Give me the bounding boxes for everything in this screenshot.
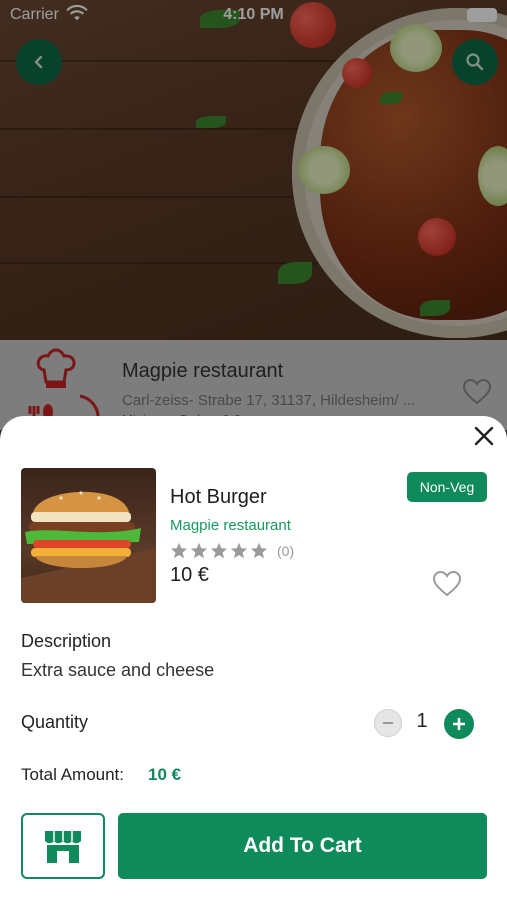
store-button[interactable] (21, 813, 105, 879)
product-image (21, 468, 156, 603)
plus-icon (453, 718, 465, 730)
description-text: Extra sauce and cheese (21, 660, 215, 680)
screen: Carrier 4:10 PM Magpie restaurant Carl-z… (0, 0, 507, 900)
product-price: 10 € (170, 564, 209, 586)
store-icon (45, 831, 81, 863)
heart-icon[interactable] (432, 570, 462, 598)
close-icon[interactable] (470, 422, 498, 450)
star-icon (170, 542, 188, 559)
heart-icon[interactable] (462, 378, 492, 406)
quantity-label: Quantity (21, 712, 89, 732)
star-icon (230, 542, 248, 559)
increase-quantity-button[interactable] (444, 709, 474, 739)
restaurant-name: Magpie restaurant (122, 360, 284, 382)
rating-stars (170, 542, 268, 560)
product-sheet: Hot Burger Magpie restaurant Non-Veg (0)… (0, 416, 507, 900)
total-amount-value: 10 € (148, 765, 182, 784)
minus-icon (383, 722, 393, 724)
star-icon (190, 542, 208, 559)
rating-count: (0) (277, 543, 295, 559)
product-name: Hot Burger (170, 486, 267, 508)
decrease-quantity-button[interactable] (374, 709, 402, 737)
product-restaurant-link[interactable]: Magpie restaurant (170, 517, 291, 534)
description-label: Description (21, 631, 112, 651)
quantity-value: 1 (416, 710, 428, 732)
star-icon (210, 542, 228, 559)
star-icon (250, 542, 268, 559)
restaurant-address: Carl-zeiss- Strabe 17, 31137, Hildesheim… (122, 392, 416, 409)
add-to-cart-button[interactable]: Add To Cart (118, 813, 487, 879)
total-amount-label: Total Amount: (21, 765, 125, 784)
non-veg-badge: Non-Veg (407, 472, 487, 502)
